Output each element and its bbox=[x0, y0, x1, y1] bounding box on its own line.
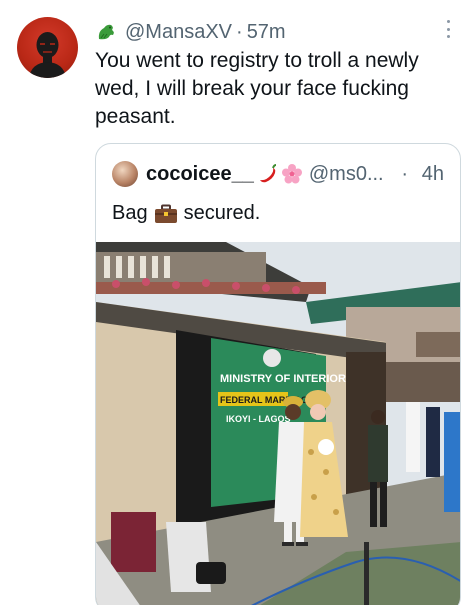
quoted-text-start: Bag bbox=[112, 202, 148, 224]
briefcase-icon bbox=[154, 204, 178, 224]
quoted-name[interactable]: cocoicee__ bbox=[146, 163, 254, 186]
cherry-blossom-icon bbox=[281, 163, 303, 185]
quoted-text: Bag secured. bbox=[112, 202, 260, 225]
sign-line-1: MINISTRY OF INTERIOR bbox=[220, 373, 346, 385]
tweet-text: You went to registry to troll a newly we… bbox=[95, 49, 419, 128]
chili-pepper-icon bbox=[257, 164, 279, 184]
quoted-separator: · bbox=[401, 162, 408, 185]
header-separator: · bbox=[236, 20, 243, 43]
quoted-text-end: secured. bbox=[183, 202, 261, 224]
tweet-header: @MansaXV · 57m bbox=[95, 18, 465, 46]
dragon-icon bbox=[95, 21, 117, 43]
tweet[interactable]: @MansaXV · 57m You went to registry to t… bbox=[0, 0, 474, 605]
tweet-time[interactable]: 57m bbox=[247, 21, 286, 44]
author-avatar[interactable] bbox=[17, 17, 78, 78]
quoted-avatar[interactable] bbox=[112, 161, 138, 187]
quoted-photo[interactable]: MINISTRY OF INTERIOR FEDERAL MARRIAGE IK… bbox=[96, 242, 460, 605]
quoted-tweet[interactable]: cocoicee__ @ms0... · 4h Bag secured. MIN… bbox=[95, 143, 461, 605]
quoted-header: cocoicee__ @ms0... · 4h bbox=[96, 160, 460, 188]
quoted-handle[interactable]: @ms0... bbox=[309, 163, 384, 186]
author-handle[interactable]: @MansaXV bbox=[125, 21, 232, 44]
more-options-icon[interactable] bbox=[444, 20, 452, 38]
quoted-time[interactable]: 4h bbox=[422, 163, 444, 186]
